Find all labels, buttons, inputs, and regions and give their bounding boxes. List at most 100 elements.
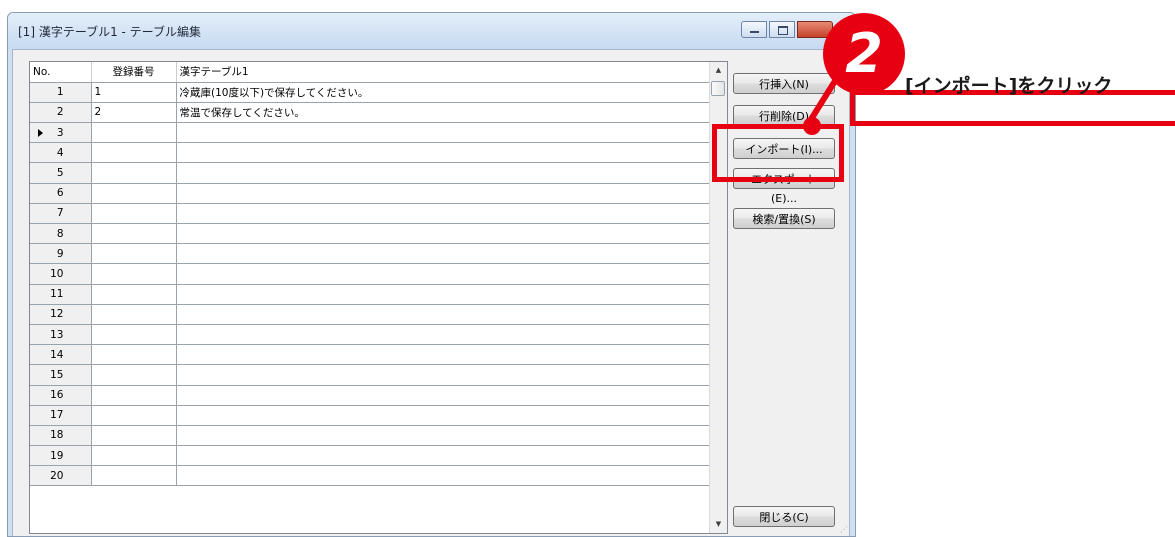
kanji-text-cell[interactable]: [176, 344, 711, 366]
table-row[interactable]: 1 1 冷蔵庫(10度以下)で保存してください。: [30, 82, 711, 103]
step-number-badge: 2: [823, 13, 905, 95]
kanji-text-cell[interactable]: [176, 324, 711, 346]
kanji-text-cell[interactable]: [176, 223, 711, 245]
row-number-cell[interactable]: 18: [30, 425, 92, 447]
window-title: [1] 漢字テーブル1 - テーブル編集: [18, 25, 201, 39]
kanji-text-cell[interactable]: [176, 122, 711, 144]
kanji-text-cell[interactable]: [176, 183, 711, 204]
table-row[interactable]: 6: [30, 183, 711, 204]
kanji-table-grid[interactable]: No. 登録番号 漢字テーブル1 1 1 冷蔵庫(10度以下)で保存してください。 2…: [29, 61, 728, 534]
registration-number-cell[interactable]: [91, 203, 177, 225]
row-number-cell[interactable]: 5: [30, 162, 92, 184]
row-number-cell[interactable]: 15: [30, 364, 92, 386]
table-row[interactable]: 4: [30, 142, 711, 164]
table-row[interactable]: 11: [30, 284, 711, 305]
kanji-text-cell[interactable]: [176, 203, 711, 225]
registration-number-cell[interactable]: [91, 284, 177, 305]
table-row[interactable]: 10: [30, 263, 711, 285]
row-number-cell[interactable]: 10: [30, 263, 92, 285]
registration-number-cell[interactable]: [91, 425, 177, 447]
registration-number-cell[interactable]: [91, 445, 177, 467]
kanji-text-cell[interactable]: [176, 162, 711, 184]
row-number-cell[interactable]: 11: [30, 284, 92, 305]
kanji-text-cell[interactable]: 常温で保存してください。: [176, 102, 711, 124]
row-number-cell[interactable]: 14: [30, 344, 92, 366]
row-number-cell[interactable]: 6: [30, 183, 92, 204]
row-number-cell[interactable]: 3: [30, 122, 92, 144]
registration-number-cell[interactable]: [91, 243, 177, 265]
kanji-text-cell[interactable]: [176, 304, 711, 325]
insert-row-button[interactable]: 行挿入(N): [733, 73, 835, 94]
column-header-kanji-table[interactable]: 漢字テーブル1: [176, 62, 711, 83]
kanji-text-cell[interactable]: [176, 284, 711, 305]
registration-number-cell[interactable]: [91, 183, 177, 204]
table-row[interactable]: 15: [30, 364, 711, 386]
row-number-cell[interactable]: 7: [30, 203, 92, 225]
title-bar[interactable]: [1] 漢字テーブル1 - テーブル編集: [8, 13, 855, 49]
registration-number-cell[interactable]: [91, 385, 177, 406]
minimize-button[interactable]: [741, 21, 767, 38]
table-row[interactable]: 19: [30, 445, 711, 467]
row-number-cell[interactable]: 4: [30, 142, 92, 164]
table-row[interactable]: 12: [30, 304, 711, 325]
table-row[interactable]: 2 2 常温で保存してください。: [30, 102, 711, 124]
kanji-text-cell[interactable]: 冷蔵庫(10度以下)で保存してください。: [176, 82, 711, 103]
row-number-cell[interactable]: 2: [30, 102, 92, 124]
row-number-cell[interactable]: 17: [30, 405, 92, 426]
registration-number-cell[interactable]: [91, 304, 177, 325]
registration-number-cell[interactable]: 1: [91, 82, 177, 103]
kanji-text-cell[interactable]: [176, 263, 711, 285]
pointer-dot: [803, 117, 821, 135]
table-row[interactable]: 3: [30, 122, 711, 144]
resize-grip-icon[interactable]: ⋰: [840, 525, 848, 534]
kanji-text-cell[interactable]: [176, 385, 711, 406]
kanji-text-cell[interactable]: [176, 465, 711, 487]
registration-number-cell[interactable]: [91, 162, 177, 184]
table-row[interactable]: 7: [30, 203, 711, 225]
registration-number-cell[interactable]: [91, 223, 177, 245]
maximize-button[interactable]: [769, 21, 795, 38]
registration-number-cell[interactable]: [91, 344, 177, 366]
kanji-text-cell[interactable]: [176, 142, 711, 164]
table-row[interactable]: 13: [30, 324, 711, 346]
table-row[interactable]: 16: [30, 385, 711, 406]
row-number-cell[interactable]: 20: [30, 465, 92, 487]
table-row[interactable]: 5: [30, 162, 711, 184]
registration-number-cell[interactable]: [91, 263, 177, 285]
column-header-registration-number[interactable]: 登録番号: [91, 62, 177, 83]
row-number-cell[interactable]: 19: [30, 445, 92, 467]
registration-number-cell[interactable]: [91, 405, 177, 426]
kanji-text-cell[interactable]: [176, 405, 711, 426]
table-row[interactable]: 14: [30, 344, 711, 366]
row-number-cell[interactable]: 12: [30, 304, 92, 325]
current-row-arrow-icon: [38, 129, 43, 138]
column-header-no[interactable]: No.: [30, 62, 92, 83]
registration-number-cell[interactable]: [91, 364, 177, 386]
row-number-cell[interactable]: 13: [30, 324, 92, 346]
registration-number-cell[interactable]: [91, 324, 177, 346]
scroll-up-arrow-icon[interactable]: ▲: [710, 62, 727, 79]
scroll-down-arrow-icon[interactable]: ▼: [710, 516, 727, 533]
row-number-cell[interactable]: 1: [30, 82, 92, 103]
table-row[interactable]: 17: [30, 405, 711, 426]
table-row[interactable]: 20: [30, 465, 711, 487]
grid-table: No. 登録番号 漢字テーブル1 1 1 冷蔵庫(10度以下)で保存してください。 2…: [30, 62, 711, 487]
grid-header-row: No. 登録番号 漢字テーブル1: [30, 62, 711, 83]
search-replace-button[interactable]: 検索/置換(S): [733, 208, 835, 229]
registration-number-cell[interactable]: [91, 122, 177, 144]
kanji-text-cell[interactable]: [176, 364, 711, 386]
row-number-cell[interactable]: 16: [30, 385, 92, 406]
row-number-cell[interactable]: 8: [30, 223, 92, 245]
kanji-text-cell[interactable]: [176, 425, 711, 447]
registration-number-cell[interactable]: 2: [91, 102, 177, 124]
registration-number-cell[interactable]: [91, 465, 177, 487]
table-row[interactable]: 9: [30, 243, 711, 265]
kanji-text-cell[interactable]: [176, 243, 711, 265]
table-row[interactable]: 8: [30, 223, 711, 245]
row-number-cell[interactable]: 9: [30, 243, 92, 265]
close-button[interactable]: 閉じる(C): [733, 506, 835, 527]
registration-number-cell[interactable]: [91, 142, 177, 164]
table-row[interactable]: 18: [30, 425, 711, 447]
kanji-text-cell[interactable]: [176, 445, 711, 467]
scrollbar-thumb[interactable]: [711, 81, 725, 96]
